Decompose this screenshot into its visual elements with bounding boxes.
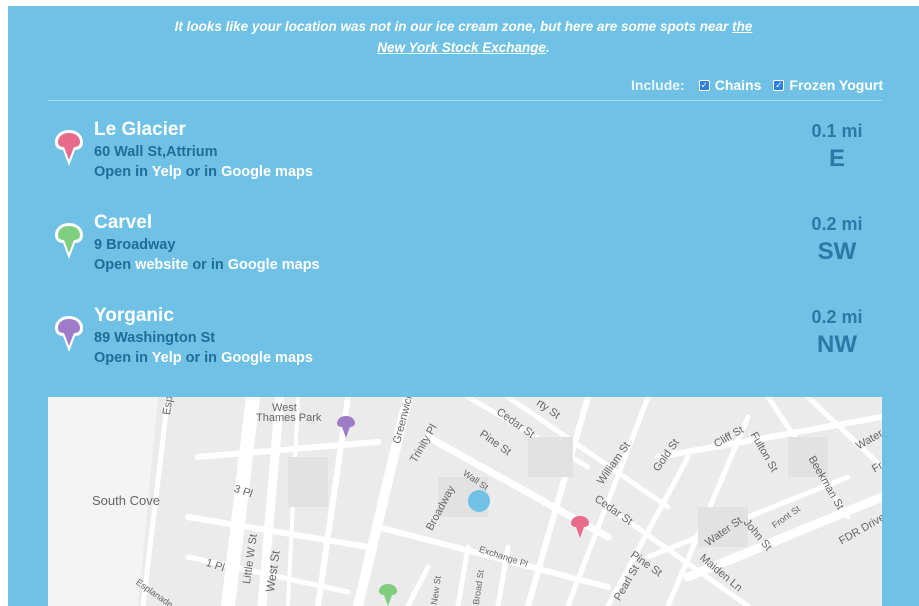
ice-cream-pin-icon xyxy=(55,223,83,259)
landmark-link[interactable]: New York Stock Exchange xyxy=(377,40,546,55)
frozen-yogurt-checkbox[interactable]: ✓ xyxy=(773,79,785,91)
location-notice: It looks like your location was not in o… xyxy=(8,16,919,58)
frozen-yogurt-label: Frozen Yogurt xyxy=(789,77,883,93)
spot-direction: E xyxy=(828,145,845,172)
ice-cream-pin-icon xyxy=(55,316,83,352)
yelp-link[interactable]: Yelp xyxy=(152,164,182,180)
spot-address: 9 Broadway xyxy=(94,237,176,253)
google-maps-link[interactable]: Google maps xyxy=(228,257,320,273)
spot-distance: 0.1 mi xyxy=(811,121,863,141)
spot-distance: 0.2 mi xyxy=(811,214,863,234)
spot-links: Open website or in Google maps xyxy=(94,257,320,273)
spot-address: 89 Washington St xyxy=(94,330,216,346)
open-prefix: Open in xyxy=(94,350,148,366)
website-link[interactable]: website xyxy=(135,257,188,273)
open-prefix: Open in xyxy=(94,164,148,180)
or-in-text: or in xyxy=(192,257,224,273)
chains-filter[interactable]: ✓ Chains xyxy=(698,77,762,93)
spot-name[interactable]: Yorganic xyxy=(94,305,174,327)
divider xyxy=(48,100,882,101)
notice-text: It looks like your location was not in o… xyxy=(174,19,729,34)
spot-direction: SW xyxy=(817,238,857,265)
spot-direction: NW xyxy=(817,331,857,358)
notice-period: . xyxy=(546,40,550,55)
spot-distance: 0.2 mi xyxy=(811,307,863,327)
or-in-text: or in xyxy=(185,164,218,180)
spot-yorganic: Yorganic 89 Washington St Open in Yelp o… xyxy=(48,305,882,375)
user-location-dot xyxy=(468,490,490,512)
chains-checkbox[interactable]: ✓ xyxy=(698,79,710,91)
spot-le-glacier: Le Glacier 60 Wall St,Attrium Open in Ye… xyxy=(48,119,882,189)
ice-cream-panel: It looks like your location was not in o… xyxy=(8,6,919,606)
map-streets xyxy=(48,397,882,606)
chains-label: Chains xyxy=(714,77,762,93)
frozen-yogurt-filter[interactable]: ✓ Frozen Yogurt xyxy=(773,77,883,93)
or-in-text: or in xyxy=(185,350,218,366)
open-prefix: Open xyxy=(94,257,132,273)
google-maps-link[interactable]: Google maps xyxy=(221,350,313,366)
spot-links: Open in Yelp or in Google maps xyxy=(94,164,313,180)
landmark-link-start[interactable]: the xyxy=(732,19,752,34)
include-label: Include: xyxy=(631,77,685,93)
yelp-link[interactable]: Yelp xyxy=(152,350,182,366)
map-label: Thames Park xyxy=(256,412,322,424)
street-map[interactable]: Esplanade West Thames Park South Cove Gr… xyxy=(48,397,882,606)
ice-cream-pin-icon xyxy=(55,130,83,166)
spot-name[interactable]: Le Glacier xyxy=(94,119,186,141)
spot-name[interactable]: Carvel xyxy=(94,212,152,234)
spot-address: 60 Wall St,Attrium xyxy=(94,144,218,160)
spot-links: Open in Yelp or in Google maps xyxy=(94,350,313,366)
filter-bar: Include: ✓ Chains ✓ Frozen Yogurt xyxy=(631,77,883,93)
spot-carvel: Carvel 9 Broadway Open website or in Goo… xyxy=(48,212,882,282)
google-maps-link[interactable]: Google maps xyxy=(221,164,313,180)
map-label: South Cove xyxy=(92,493,160,508)
